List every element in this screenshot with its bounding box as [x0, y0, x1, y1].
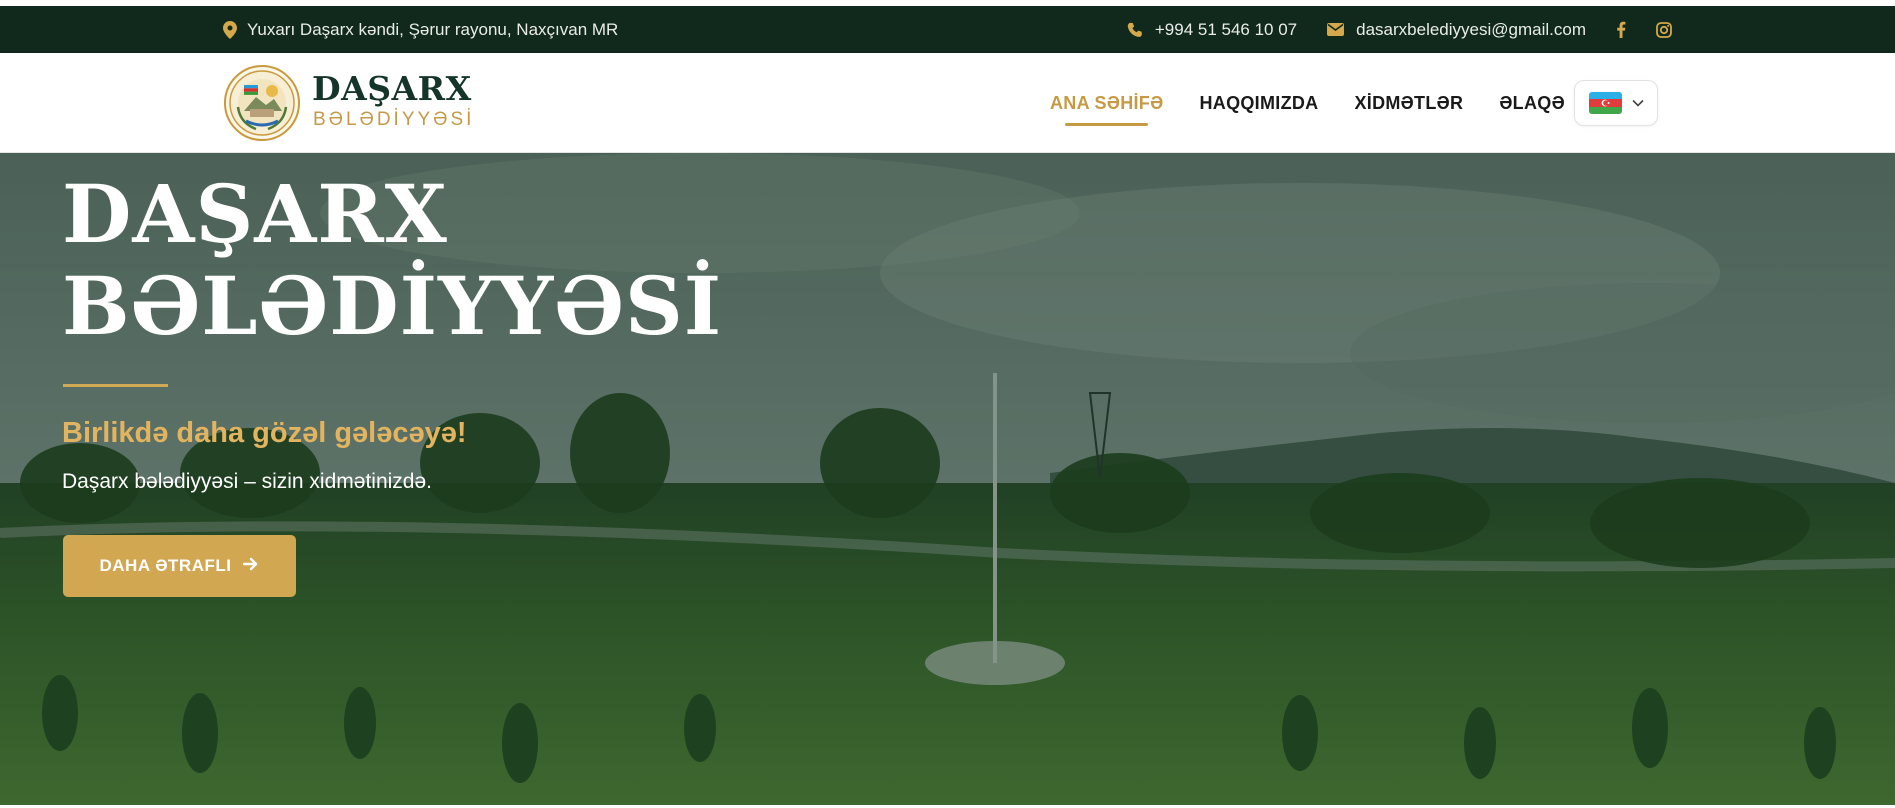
logo-subtitle: BƏLƏDİYYƏSİ	[313, 109, 475, 130]
phone-icon	[1127, 22, 1143, 38]
learn-more-button[interactable]: DAHA ƏTRAFLI	[63, 535, 296, 597]
chevron-down-icon	[1631, 94, 1644, 112]
contact-block: +994 51 546 10 07 dasarxbelediyyesi@gmai…	[1127, 6, 1672, 53]
address-text: Yuxarı Daşarx kəndi, Şərur rayonu, Naxçı…	[247, 19, 619, 39]
hero-banner: DAŞARX BƏLƏDİYYƏSİ Birlikdə daha gözəl g…	[0, 153, 1895, 805]
arrow-right-icon	[243, 556, 259, 576]
hero-title-line2: BƏLƏDİYYƏSİ	[62, 259, 723, 353]
hero-title: DAŞARX BƏLƏDİYYƏSİ	[62, 168, 722, 352]
nav-item-services[interactable]: XİDMƏTLƏR	[1354, 93, 1463, 114]
instagram-icon[interactable]	[1656, 21, 1672, 38]
language-selector[interactable]	[1574, 80, 1658, 126]
envelope-icon	[1327, 23, 1345, 36]
hero-slogan: Birlikdə daha gözəl gələcəyə!	[62, 417, 467, 449]
municipality-emblem-logo[interactable]	[224, 65, 300, 141]
hero-divider	[63, 384, 168, 387]
top-info-bar: Yuxarı Daşarx kəndi, Şərur rayonu, Naxçı…	[0, 6, 1895, 53]
address-block: Yuxarı Daşarx kəndi, Şərur rayonu, Naxçı…	[223, 6, 618, 53]
nav-item-home[interactable]: ANA SƏHİFƏ	[1050, 93, 1163, 126]
main-menu: ANA SƏHİFƏ HAQQIMIZDA XİDMƏTLƏR ƏLAQƏ	[1050, 53, 1601, 153]
phone-link[interactable]: +994 51 546 10 07	[1155, 20, 1297, 40]
azerbaijan-flag-icon	[1588, 92, 1622, 114]
facebook-icon[interactable]	[1616, 21, 1626, 38]
hero-text: Daşarx bələdiyyəsi – sizin xidmətinizdə.	[62, 470, 432, 493]
location-pin-icon	[223, 20, 237, 39]
hero-title-line1: DAŞARX	[62, 167, 448, 261]
main-navbar: DAŞARX BƏLƏDİYYƏSİ ANA SƏHİFƏ HAQQIMIZDA…	[0, 53, 1895, 153]
email-link[interactable]: dasarxbelediyyesi@gmail.com	[1356, 20, 1586, 40]
nav-item-about[interactable]: HAQQIMIZDA	[1199, 93, 1318, 114]
nav-item-contact[interactable]: ƏLAQƏ	[1499, 93, 1565, 114]
logo-title: DAŞARX	[312, 69, 472, 108]
learn-more-label: DAHA ƏTRAFLI	[99, 556, 232, 575]
